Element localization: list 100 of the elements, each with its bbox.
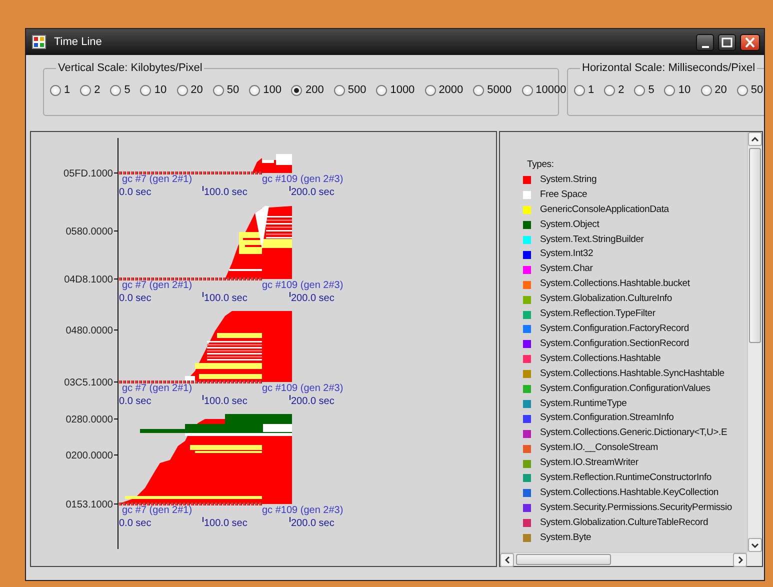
gc-marker-label: gc #109 (gen 2#3) xyxy=(262,174,344,185)
radio-label[interactable]: 1 xyxy=(64,82,70,98)
radio-label[interactable]: 10 xyxy=(678,82,691,98)
axis-tick-label: 200.0 sec xyxy=(291,396,334,407)
radio-label[interactable]: 10 xyxy=(154,82,167,98)
radio-button[interactable] xyxy=(424,84,436,96)
radio-label[interactable]: 2 xyxy=(618,82,624,98)
radio-label[interactable]: 1 xyxy=(588,82,594,98)
gc-marker-label: gc #7 (gen 2#1) xyxy=(122,383,192,394)
minimize-button[interactable] xyxy=(696,34,714,50)
axis-tick-label: 0.0 sec xyxy=(119,187,152,198)
scrollbar-thumb[interactable] xyxy=(516,554,611,565)
radio-label[interactable]: 200 xyxy=(305,82,324,98)
legend-label: System.Configuration.ConfigurationValues xyxy=(540,382,710,396)
legend-label: System.RuntimeType xyxy=(540,396,627,410)
radio-button[interactable] xyxy=(50,84,61,96)
legend-label: GenericConsoleApplicationData xyxy=(540,202,669,217)
radio-button[interactable] xyxy=(700,84,712,96)
radio-button[interactable] xyxy=(473,84,484,96)
minimize-icon xyxy=(702,46,708,48)
scroll-left-button[interactable] xyxy=(500,553,514,567)
radio-button[interactable] xyxy=(376,84,388,96)
legend-label: System.Collections.Generic.Dictionary<T,U>.E xyxy=(540,426,728,440)
axis-tick-label: 04D8.1000 xyxy=(64,274,113,286)
legend-title: Types: xyxy=(527,158,555,172)
radio-button[interactable] xyxy=(604,84,616,96)
legend-label: System.Configuration.SectionRecord xyxy=(540,336,689,351)
legend-label: System.Configuration.StreamInfo xyxy=(540,411,674,426)
radio-button[interactable] xyxy=(664,84,676,96)
chevron-right-icon xyxy=(738,556,742,564)
scroll-up-button[interactable] xyxy=(748,132,762,146)
axis-tick-label: 100.0 sec xyxy=(204,396,248,407)
gc-marker-label: gc #7 (gen 2#1) xyxy=(122,174,192,185)
tick-mark xyxy=(114,278,118,280)
radio-button[interactable] xyxy=(212,84,224,96)
close-button[interactable] xyxy=(740,34,760,50)
size-grip[interactable] xyxy=(747,552,762,566)
scroll-right-button[interactable] xyxy=(733,553,747,567)
radio-label[interactable]: 50 xyxy=(226,82,240,98)
axis-tick-label: 200.0 sec xyxy=(291,187,334,198)
legend-label: System.Globalization.CultureTableRecord xyxy=(540,516,708,530)
tick-mark xyxy=(114,172,118,174)
legend-label: System.Char xyxy=(540,262,593,276)
legend-label: System.Text.StringBuilder xyxy=(540,232,644,247)
tick-mark xyxy=(202,394,204,400)
axis-tick-label: 0480.0000 xyxy=(66,326,113,336)
legend-label: System.Object xyxy=(540,218,600,232)
radio-label[interactable]: 20 xyxy=(714,82,727,98)
legend-label: Free Space xyxy=(540,188,588,202)
scroll-down-button[interactable] xyxy=(748,538,762,552)
legend-label: System.Reflection.TypeFilter xyxy=(540,307,656,322)
axis-tick-label: 0.0 sec xyxy=(119,518,152,529)
legend-label: System.Collections.Hashtable.bucket xyxy=(540,277,690,292)
radio-label[interactable]: 5000 xyxy=(487,82,512,98)
radio-button[interactable] xyxy=(574,84,585,96)
radio-button[interactable] xyxy=(176,84,188,96)
group-label: Vertical Scale: Kilobytes/Pixel xyxy=(57,63,204,74)
legend-label: System.String xyxy=(540,172,597,187)
radio-label[interactable]: 20 xyxy=(190,82,203,98)
legend-label: System.Collections.Hashtable xyxy=(540,352,661,366)
radio-label[interactable]: 10000 xyxy=(536,82,566,98)
legend-label: System.Collections.Hashtable.SyncHashtable xyxy=(540,366,724,381)
chevron-down-icon xyxy=(751,542,759,548)
maximize-icon xyxy=(719,35,735,50)
axis-tick-label: 0280.0000 xyxy=(66,414,113,426)
radio-label[interactable]: 2 xyxy=(94,82,100,98)
gc-marker-label: gc #109 (gen 2#3) xyxy=(262,280,344,291)
radio-label[interactable]: 50 xyxy=(750,82,764,98)
radio-button[interactable] xyxy=(249,84,260,96)
radio-button[interactable] xyxy=(291,84,302,96)
radio-button[interactable] xyxy=(110,84,122,96)
axis-tick-label: 100.0 sec xyxy=(204,518,248,529)
legend-label: System.Int32 xyxy=(540,247,594,262)
vertical-scrollbar[interactable] xyxy=(747,132,762,552)
axis-tick-label: 100.0 sec xyxy=(204,187,248,198)
tick-mark xyxy=(114,454,118,456)
radio-button[interactable] xyxy=(736,84,748,96)
window-title: Time Line xyxy=(54,34,102,50)
axis-tick-label: 03C5.1000 xyxy=(64,378,113,388)
axis-tick-label: 0153.1000 xyxy=(66,500,113,510)
horizontal-scrollbar[interactable] xyxy=(500,552,747,566)
tick-mark xyxy=(202,292,204,298)
radio-label[interactable]: 100 xyxy=(263,82,282,98)
radio-button[interactable] xyxy=(80,84,92,96)
radio-button[interactable] xyxy=(634,84,646,96)
scrollbar-thumb[interactable] xyxy=(749,148,761,343)
radio-button[interactable] xyxy=(522,84,533,96)
radio-label[interactable]: 5 xyxy=(124,82,130,98)
group-label: Horizontal Scale: Milliseconds/Pixel xyxy=(581,63,756,74)
radio-button[interactable] xyxy=(140,84,152,96)
radio-button[interactable] xyxy=(334,84,345,96)
legend-label: System.Globalization.CultureInfo xyxy=(540,292,672,306)
radio-label[interactable]: 500 xyxy=(348,82,366,98)
axis-tick-label: 0200.0000 xyxy=(66,450,113,462)
radio-label[interactable]: 1000 xyxy=(390,82,415,98)
legend-label: System.IO.__ConsoleStream xyxy=(540,441,658,456)
radio-label[interactable]: 2000 xyxy=(438,82,464,98)
radio-label[interactable]: 5 xyxy=(648,82,654,98)
tick-mark xyxy=(202,186,204,192)
maximize-button[interactable] xyxy=(718,34,736,50)
